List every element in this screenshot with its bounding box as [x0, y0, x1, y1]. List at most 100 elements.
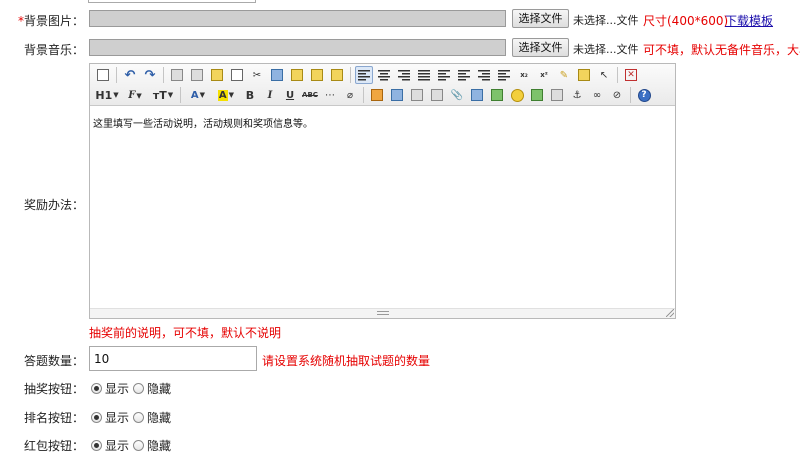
chevron-down-icon: ▼ [136, 90, 142, 100]
flash-icon [411, 89, 423, 101]
link-icon: ∞ [592, 89, 602, 101]
source-code-button[interactable] [94, 66, 112, 84]
media-button[interactable] [428, 86, 446, 104]
toolbar-separator [180, 87, 181, 103]
insert-code-icon [491, 89, 503, 101]
editor-content[interactable]: 这里填写一些活动说明，活动规则和奖项信息等。 [90, 107, 675, 310]
redpacket-show-radio[interactable] [91, 440, 102, 451]
redpacket-show-label: 显示 [105, 439, 130, 453]
superscript-button[interactable]: x² [535, 66, 553, 84]
image-button[interactable] [368, 86, 386, 104]
align-right-icon [398, 69, 410, 81]
font-size-select[interactable]: тT ▼ [150, 86, 176, 104]
redo-icon: ↷ [144, 67, 156, 83]
clear-format-button[interactable]: ✎ [555, 66, 573, 84]
eraser-button[interactable]: ⌀ [341, 86, 359, 104]
multi-image-button[interactable] [388, 86, 406, 104]
justify-button[interactable] [415, 66, 433, 84]
copy-icon [271, 69, 283, 81]
emoticon-button[interactable] [508, 86, 526, 104]
toolbar-separator [630, 87, 631, 103]
strikethrough-button[interactable]: ABC [301, 86, 319, 104]
editor-resize-bar[interactable] [90, 308, 675, 318]
bg-color-label: A [217, 89, 228, 101]
bg-image-choose-file-button[interactable]: 选择文件 [512, 9, 569, 28]
attachment-button[interactable]: 📎 [448, 86, 466, 104]
copy-button[interactable] [268, 66, 286, 84]
bg-music-file-field[interactable] [89, 39, 506, 56]
rank-show-radio[interactable] [91, 412, 102, 423]
rank-button-radio-group: 显示 隐藏 [91, 409, 175, 426]
bg-image-label: *背景图片： [0, 12, 84, 29]
rank-show-label: 显示 [105, 411, 130, 425]
link-button[interactable]: ∞ [588, 86, 606, 104]
align-center-button[interactable] [375, 66, 393, 84]
anchor-icon: ⚓ [572, 89, 582, 101]
italic-button[interactable]: I [261, 86, 279, 104]
horizontal-rule-button[interactable]: ⋯ [321, 86, 339, 104]
preview-button[interactable] [168, 66, 186, 84]
paste-text-icon [311, 69, 323, 81]
bg-music-file-status: 未选择...文件 [573, 43, 639, 56]
help-button[interactable]: ? [635, 86, 653, 104]
align-right-button[interactable] [395, 66, 413, 84]
redpacket-hide-label: 隐藏 [147, 439, 172, 453]
map-button[interactable] [528, 86, 546, 104]
heading-select[interactable]: H1 ▼ [94, 86, 120, 104]
code-button[interactable] [228, 66, 246, 84]
paste-text-button[interactable] [308, 66, 326, 84]
chevron-down-icon: ▼ [199, 91, 206, 99]
subscript-button[interactable]: x₂ [515, 66, 533, 84]
undo-button[interactable]: ↶ [121, 66, 139, 84]
bold-button[interactable]: B [241, 86, 259, 104]
reward-label: 奖励办法： [23, 198, 84, 212]
insert-code-button[interactable] [488, 86, 506, 104]
pagebreak-button[interactable] [548, 86, 566, 104]
flash-button[interactable] [408, 86, 426, 104]
cut-button[interactable]: ✂ [248, 66, 266, 84]
brush-icon: ✎ [559, 69, 569, 81]
rank-hide-radio[interactable] [133, 412, 145, 423]
bg-music-label: 背景音乐： [23, 43, 84, 57]
font-family-select[interactable]: F ▼ [122, 86, 148, 104]
anchor-button[interactable]: ⚓ [568, 86, 586, 104]
template-button[interactable] [208, 66, 226, 84]
unordered-list-icon [458, 69, 470, 81]
map-icon [531, 89, 543, 101]
redpacket-hide-radio[interactable] [133, 440, 145, 451]
font-color-label: A [190, 89, 199, 101]
bg-music-choose-file-button[interactable]: 选择文件 [512, 38, 569, 57]
eraser-icon: ⌀ [346, 89, 354, 101]
redpacket-button-radio-group: 显示 隐藏 [91, 437, 175, 454]
question-count-hint: 请设置系统随机抽取试题的数量 [262, 354, 431, 368]
lottery-show-radio[interactable] [91, 383, 102, 394]
quick-format-button[interactable] [575, 66, 593, 84]
indent-button[interactable] [475, 66, 493, 84]
question-count-input[interactable] [89, 346, 257, 371]
ordered-list-button[interactable] [435, 66, 453, 84]
justify-icon [418, 69, 430, 81]
fullscreen-button[interactable]: ✕ [622, 66, 640, 84]
unlink-button[interactable]: ⊘ [608, 86, 626, 104]
code-icon [231, 69, 243, 81]
download-template-link[interactable]: 下载模板 [725, 12, 773, 29]
table-button[interactable] [468, 86, 486, 104]
ordered-list-icon [438, 69, 450, 81]
bg-image-file-field[interactable] [89, 10, 506, 27]
paste-button[interactable] [288, 66, 306, 84]
lottery-button-radio-group: 显示 隐藏 [91, 380, 175, 397]
select-all-button[interactable]: ↖ [595, 66, 613, 84]
resize-grip-icon [377, 311, 389, 316]
font-color-button[interactable]: A ▼ [185, 86, 211, 104]
corner-resize-icon[interactable] [666, 309, 674, 317]
redo-button[interactable]: ↷ [141, 66, 159, 84]
lottery-hide-radio[interactable] [133, 383, 145, 394]
outdent-button[interactable] [495, 66, 513, 84]
paste-word-button[interactable] [328, 66, 346, 84]
underline-button[interactable]: U [281, 86, 299, 104]
print-button[interactable] [188, 66, 206, 84]
chevron-down-icon: ▼ [167, 91, 174, 99]
unordered-list-button[interactable] [455, 66, 473, 84]
bg-color-button[interactable]: A ▼ [213, 86, 239, 104]
align-left-button[interactable] [355, 66, 373, 84]
